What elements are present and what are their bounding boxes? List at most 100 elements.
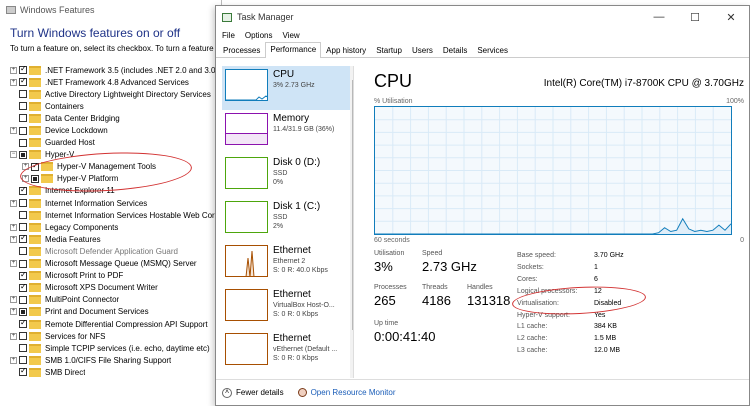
chevron-up-icon[interactable]: ˄ — [222, 387, 232, 398]
spec-key: L3 cache: — [517, 347, 548, 355]
menu-item-file[interactable]: File — [222, 31, 235, 40]
tab-services[interactable]: Services — [472, 43, 513, 57]
handles-stat: Handles 131318 — [467, 284, 510, 308]
resource-tile-mem[interactable]: Memory 11.4/31.9 GB (36%) — [222, 110, 353, 154]
feature-row[interactable]: Active Directory Lightweight Directory S… — [10, 88, 221, 100]
feature-checkbox[interactable] — [19, 332, 27, 341]
expand-toggle-icon[interactable]: + — [10, 260, 17, 268]
task-manager-window: Task Manager — ☐ ✕ File Options View Proce… — [215, 5, 750, 406]
fewer-details-link[interactable]: Fewer details — [236, 388, 284, 397]
feature-row[interactable]: + MultiPoint Connector — [10, 294, 221, 306]
close-button[interactable]: ✕ — [713, 11, 749, 24]
feature-row[interactable]: Microsoft Defender Application Guard — [10, 245, 221, 257]
tab-app-history[interactable]: App history — [321, 43, 371, 57]
feature-checkbox[interactable] — [19, 270, 27, 280]
feature-row[interactable]: Internet Information Services Hostable W… — [10, 209, 221, 221]
feature-row[interactable]: Data Center Bridging — [10, 112, 221, 124]
tab-users[interactable]: Users — [407, 43, 438, 57]
resource-tile-disk[interactable]: Disk 0 (D:) SSD 0% — [222, 154, 353, 198]
expand-toggle-icon[interactable]: + — [10, 296, 17, 304]
feature-checkbox[interactable] — [19, 211, 27, 220]
feature-checkbox[interactable] — [19, 102, 27, 111]
folder-icon — [29, 186, 41, 196]
feature-checkbox[interactable] — [19, 356, 27, 365]
feature-row[interactable]: + .NET Framework 3.5 (includes .NET 2.0 a… — [10, 64, 221, 76]
feature-row[interactable]: + .NET Framework 4.8 Advanced Services — [10, 76, 221, 88]
feature-row[interactable]: + Media Features — [10, 233, 221, 245]
feature-checkbox[interactable] — [19, 138, 27, 147]
feature-checkbox[interactable] — [19, 259, 27, 268]
folder-icon — [29, 271, 41, 281]
feature-checkbox[interactable] — [19, 90, 27, 99]
feature-label: Legacy Components — [45, 222, 119, 232]
feature-row[interactable]: Microsoft Print to PDF — [10, 270, 221, 282]
feature-row[interactable]: Microsoft XPS Document Writer — [10, 282, 221, 294]
expand-toggle-icon[interactable]: + — [10, 356, 17, 364]
feature-checkbox[interactable] — [19, 199, 27, 208]
expand-toggle-icon[interactable]: + — [10, 199, 17, 207]
resource-detail: SSD — [273, 214, 288, 221]
folder-icon — [29, 77, 41, 87]
feature-row[interactable]: + Internet Information Services — [10, 197, 221, 209]
tab-startup[interactable]: Startup — [371, 43, 407, 57]
tab-processes[interactable]: Processes — [218, 43, 265, 57]
feature-checkbox[interactable] — [19, 114, 27, 123]
resource-tile-cpu[interactable]: CPU 3% 2.73 GHz — [222, 66, 353, 110]
feature-checkbox[interactable] — [19, 295, 27, 304]
feature-checkbox[interactable] — [19, 366, 27, 377]
folder-icon — [29, 89, 41, 99]
feature-row[interactable]: Containers — [10, 100, 221, 112]
feature-label: Simple TCPIP services (i.e. echo, daytim… — [45, 343, 210, 353]
feature-checkbox[interactable] — [19, 307, 27, 316]
graph-max: 100% — [726, 98, 744, 105]
expand-toggle-icon[interactable]: + — [10, 308, 17, 316]
resource-tile-eth[interactable]: Ethernet VirtualBox Host-O... S: 0 R: 0 Kb… — [222, 286, 353, 330]
feature-checkbox[interactable] — [19, 150, 27, 159]
feature-checkbox[interactable] — [19, 318, 27, 329]
spec-row: Sockets: 1 — [517, 262, 624, 274]
tab-details[interactable]: Details — [438, 43, 472, 57]
feature-row[interactable]: + Print and Document Services — [10, 306, 221, 318]
feature-row[interactable]: + Microsoft Message Queue (MSMQ) Server — [10, 258, 221, 270]
expand-toggle-icon[interactable]: − — [10, 151, 17, 159]
expand-toggle-icon[interactable]: + — [10, 78, 17, 86]
spec-row: Cores: 6 — [517, 274, 624, 286]
menu-item-options[interactable]: Options — [245, 31, 273, 40]
feature-checkbox[interactable] — [19, 76, 27, 87]
resource-thumbnail-graph — [225, 157, 268, 189]
feature-checkbox[interactable] — [19, 126, 27, 135]
resource-tile-eth[interactable]: Ethernet vEthernet (Default ... S: 0 R: 0 … — [222, 330, 353, 374]
resource-list-scrollbar[interactable] — [350, 66, 353, 378]
feature-row[interactable]: SMB Direct — [10, 366, 221, 378]
expand-toggle-icon[interactable]: + — [10, 127, 17, 135]
expand-toggle-icon[interactable]: + — [10, 223, 17, 231]
feature-checkbox[interactable] — [19, 282, 27, 292]
open-resource-monitor-link[interactable]: Open Resource Monitor — [311, 388, 396, 397]
tab-performance[interactable]: Performance — [265, 42, 322, 58]
threads-stat: Threads 4186 — [422, 284, 451, 308]
feature-checkbox[interactable] — [19, 233, 27, 244]
expand-toggle-icon[interactable]: + — [10, 66, 17, 74]
maximize-button[interactable]: ☐ — [677, 11, 713, 24]
feature-row[interactable]: + Legacy Components — [10, 221, 221, 233]
feature-checkbox[interactable] — [19, 185, 27, 195]
feature-row[interactable]: Guarded Host — [10, 137, 221, 149]
feature-checkbox[interactable] — [19, 247, 27, 256]
resource-tile-disk[interactable]: Disk 1 (C:) SSD 2% — [222, 198, 353, 242]
resource-name: CPU — [273, 69, 295, 80]
feature-checkbox[interactable] — [19, 64, 27, 75]
spec-row: Base speed: 3.70 GHz — [517, 250, 624, 262]
feature-checkbox[interactable] — [19, 344, 27, 353]
menu-item-view[interactable]: View — [282, 31, 299, 40]
feature-checkbox[interactable] — [19, 223, 27, 232]
feature-row[interactable]: + Services for NFS — [10, 330, 221, 342]
feature-row[interactable]: + SMB 1.0/CIFS File Sharing Support — [10, 354, 221, 366]
resource-tile-eth[interactable]: Ethernet Ethernet 2 S: 0 R: 40.0 Kbps — [222, 242, 353, 286]
minimize-button[interactable]: — — [641, 11, 677, 24]
expand-toggle-icon[interactable]: + — [10, 235, 17, 243]
feature-row[interactable]: Simple TCPIP services (i.e. echo, daytim… — [10, 342, 221, 354]
expand-toggle-icon[interactable]: + — [10, 332, 17, 340]
feature-row[interactable]: + Device Lockdown — [10, 124, 221, 136]
uptime-stat: Up time 0:00:41:40 — [374, 320, 435, 344]
feature-row[interactable]: Remote Differential Compression API Supp… — [10, 318, 221, 330]
